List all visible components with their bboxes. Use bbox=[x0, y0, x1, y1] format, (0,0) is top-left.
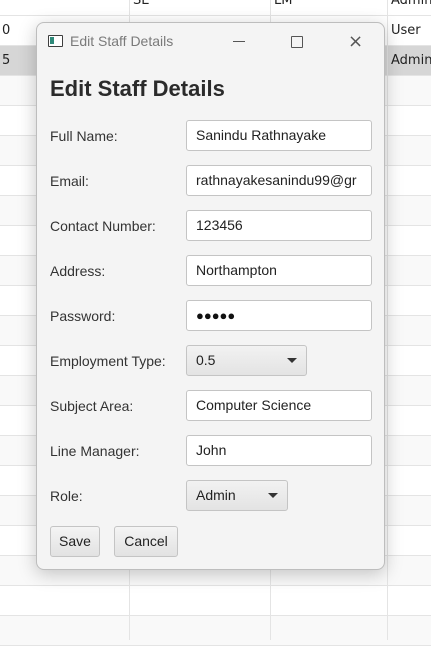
header-cell-lm: LM bbox=[274, 0, 293, 8]
close-icon: × bbox=[348, 31, 364, 52]
role-value: Admin bbox=[196, 487, 236, 503]
chevron-down-icon bbox=[268, 493, 278, 498]
role-select[interactable]: Admin bbox=[186, 480, 288, 511]
email-input[interactable]: rathnayakesanindu99@gr bbox=[186, 165, 372, 196]
line-manager-label: Line Manager: bbox=[50, 443, 140, 459]
dialog-heading: Edit Staff Details bbox=[50, 76, 225, 101]
minimize-icon bbox=[233, 41, 245, 42]
window-title: Edit Staff Details bbox=[70, 33, 174, 49]
full-name-input[interactable]: Sanindu Rathnayake bbox=[186, 120, 372, 151]
address-input[interactable]: Northampton bbox=[186, 255, 372, 286]
subject-area-input[interactable]: Computer Science bbox=[186, 390, 372, 421]
cancel-button[interactable]: Cancel bbox=[114, 526, 178, 557]
employment-type-value: 0.5 bbox=[196, 352, 216, 368]
chevron-down-icon bbox=[287, 358, 297, 363]
contact-number-label: Contact Number: bbox=[50, 218, 156, 234]
employment-type-label: Employment Type: bbox=[50, 353, 166, 369]
subject-area-label: Subject Area: bbox=[50, 398, 134, 414]
header-cell-role: Admin bbox=[391, 0, 431, 8]
table-cell: 5 bbox=[2, 53, 11, 68]
address-label: Address: bbox=[50, 263, 106, 279]
line-manager-input[interactable]: John bbox=[186, 435, 372, 466]
table-cell: 0 bbox=[2, 23, 11, 38]
email-label: Email: bbox=[50, 173, 89, 189]
edit-staff-dialog: Edit Staff Details × Edit Staff Details … bbox=[36, 22, 385, 570]
employment-type-select[interactable]: 0.5 bbox=[186, 345, 307, 376]
table-header-row: SE LM Admin bbox=[0, 0, 431, 16]
role-label: Role: bbox=[50, 488, 83, 504]
table-cell: User bbox=[391, 23, 421, 38]
save-button[interactable]: Save bbox=[50, 526, 100, 557]
title-bar[interactable]: Edit Staff Details × bbox=[37, 23, 384, 61]
contact-number-input[interactable]: 123456 bbox=[186, 210, 372, 241]
full-name-label: Full Name: bbox=[50, 128, 118, 144]
table-row bbox=[0, 586, 431, 616]
password-input[interactable]: ●●●●● bbox=[186, 300, 372, 331]
close-button[interactable]: × bbox=[332, 23, 378, 61]
minimize-button[interactable] bbox=[216, 23, 262, 61]
table-row bbox=[0, 616, 431, 646]
maximize-icon bbox=[291, 36, 303, 48]
app-window-icon bbox=[48, 35, 63, 47]
table-cell: Admin bbox=[391, 53, 431, 68]
column-divider bbox=[387, 0, 388, 640]
password-label: Password: bbox=[50, 308, 116, 324]
header-cell-se: SE bbox=[133, 0, 150, 8]
maximize-button[interactable] bbox=[274, 23, 320, 61]
